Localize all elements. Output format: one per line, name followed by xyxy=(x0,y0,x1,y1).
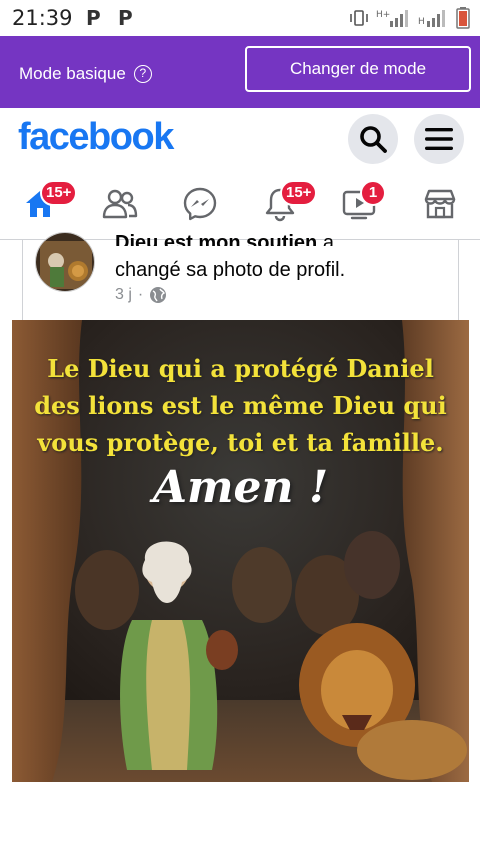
change-mode-button[interactable]: Changer de mode xyxy=(245,46,471,92)
post-author-name[interactable]: Dieu est mon soutien xyxy=(115,232,317,246)
notifications-badge: 15+ xyxy=(280,180,318,206)
app-notification-icon: P xyxy=(118,6,133,30)
globe-icon xyxy=(150,287,167,303)
svg-text:H: H xyxy=(418,17,425,27)
post-meta: 3 j · xyxy=(115,286,167,304)
menu-icon xyxy=(425,128,453,150)
nav-messenger[interactable] xyxy=(178,182,222,226)
author-avatar[interactable] xyxy=(35,232,95,292)
menu-button[interactable] xyxy=(414,114,464,164)
caption-line: des lions est le même Dieu qui xyxy=(34,391,447,420)
mode-banner: Mode basique ? Changer de mode xyxy=(0,36,480,108)
signal-h-icon: H xyxy=(418,10,445,27)
post-action-suffix: a xyxy=(322,232,334,246)
nav-home[interactable]: 15+ xyxy=(18,180,78,226)
app-header: facebook xyxy=(0,108,480,170)
nav-video[interactable]: 1 xyxy=(338,180,386,226)
app-notification-icon: P xyxy=(86,6,101,30)
mode-label-text: Mode basique xyxy=(19,64,126,83)
meta-separator: · xyxy=(137,286,144,303)
nav-marketplace[interactable] xyxy=(418,182,462,226)
battery-low-icon xyxy=(456,7,470,29)
search-icon xyxy=(360,126,387,153)
image-amen-text: Amen ! xyxy=(152,462,329,513)
image-caption: Le Dieu qui a protégé Daniel des lions e… xyxy=(12,350,469,461)
nav-notifications[interactable]: 15+ xyxy=(258,180,318,226)
friends-icon xyxy=(102,189,138,219)
home-badge: 15+ xyxy=(40,180,78,206)
post-image[interactable]: Le Dieu qui a protégé Daniel des lions e… xyxy=(12,320,469,782)
mode-label: Mode basique ? xyxy=(19,64,152,84)
caption-line: Le Dieu qui a protégé Daniel xyxy=(47,354,434,383)
marketplace-icon xyxy=(424,189,456,219)
caption-line: vous protège, toi et ta famille. xyxy=(37,428,444,457)
signal-h-plus-icon: H+ xyxy=(376,10,408,27)
status-icons: H+ H xyxy=(348,7,470,29)
video-badge: 1 xyxy=(360,180,386,206)
info-icon[interactable]: ? xyxy=(133,65,152,83)
svg-text:H+: H+ xyxy=(376,10,390,20)
post-time[interactable]: 3 j xyxy=(115,286,132,304)
search-button[interactable] xyxy=(348,114,398,164)
post-author[interactable]: Dieu est mon soutien a xyxy=(115,232,334,246)
messenger-icon xyxy=(183,187,217,221)
post-action: changé sa photo de profil. xyxy=(115,259,346,281)
vibrate-icon xyxy=(350,10,368,26)
main-nav: 15+ 15+ 1 xyxy=(0,170,480,240)
post-card: Dieu est mon soutien a changé sa photo d… xyxy=(22,232,459,320)
status-bar: 21:39 P P H+ H xyxy=(0,0,480,36)
status-time: 21:39 xyxy=(12,6,73,30)
nav-friends[interactable] xyxy=(98,182,142,226)
facebook-logo[interactable]: facebook xyxy=(18,116,174,159)
